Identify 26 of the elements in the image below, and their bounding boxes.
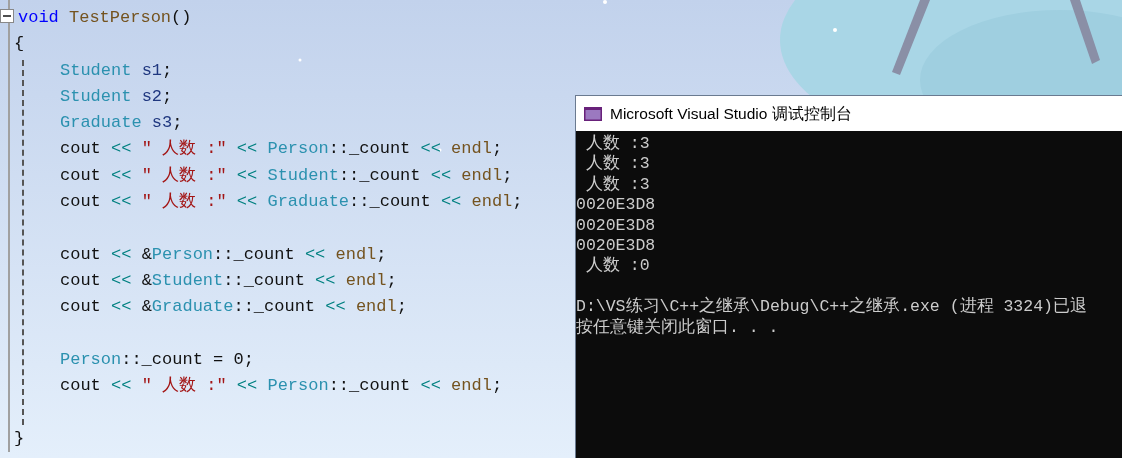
code-line: cout << ″ 人数 :″ << Person::_count << endl; (60, 138, 503, 161)
code-line: Student s2; (60, 85, 173, 108)
code-line: cout << &Student::_count << endl; (60, 269, 397, 292)
console-line: 人数 :0 (584, 256, 651, 277)
code-line: cout << ″ 人数 :″ << Graduate::_count << endl; (60, 191, 523, 214)
code-line: cout << ″ 人数 :″ << Person::_count << endl; (60, 375, 503, 398)
code-line: void TestPerson() (18, 7, 192, 29)
code-line: Student s1; (60, 59, 173, 82)
code-line: { (14, 33, 25, 56)
console-line: 人数 :3 (584, 134, 651, 154)
console-line: 按任意键关闭此窗口. . . (576, 317, 780, 338)
window-title: Microsoft Visual Studio 调试控制台 (610, 103, 852, 124)
code-line: cout << &Person::_count << endl; (60, 243, 387, 266)
code-line: cout << ″ 人数 :″ << Student::_count << endl; (60, 164, 513, 187)
code-line: Graduate s3; (60, 112, 183, 135)
console-icon (584, 106, 602, 121)
console-line: 人数 :3 (584, 174, 651, 196)
code-line: Person::_count = 0; (60, 348, 254, 371)
collapse-icon[interactable] (0, 9, 14, 23)
console-line: 0020E3D8 (576, 235, 657, 256)
console-line: 0020E3D8 (576, 215, 657, 236)
console-line: D:\VS练习\C++之继承\Debug\C++之继承.exe (进程 3324)已退 (576, 297, 1088, 317)
code-line: } (14, 427, 25, 450)
console-line: 人数 :3 (584, 154, 651, 175)
console-line: 0020E3D8 (576, 195, 657, 216)
code-line: cout << &Graduate::_count << endl; (60, 296, 407, 319)
